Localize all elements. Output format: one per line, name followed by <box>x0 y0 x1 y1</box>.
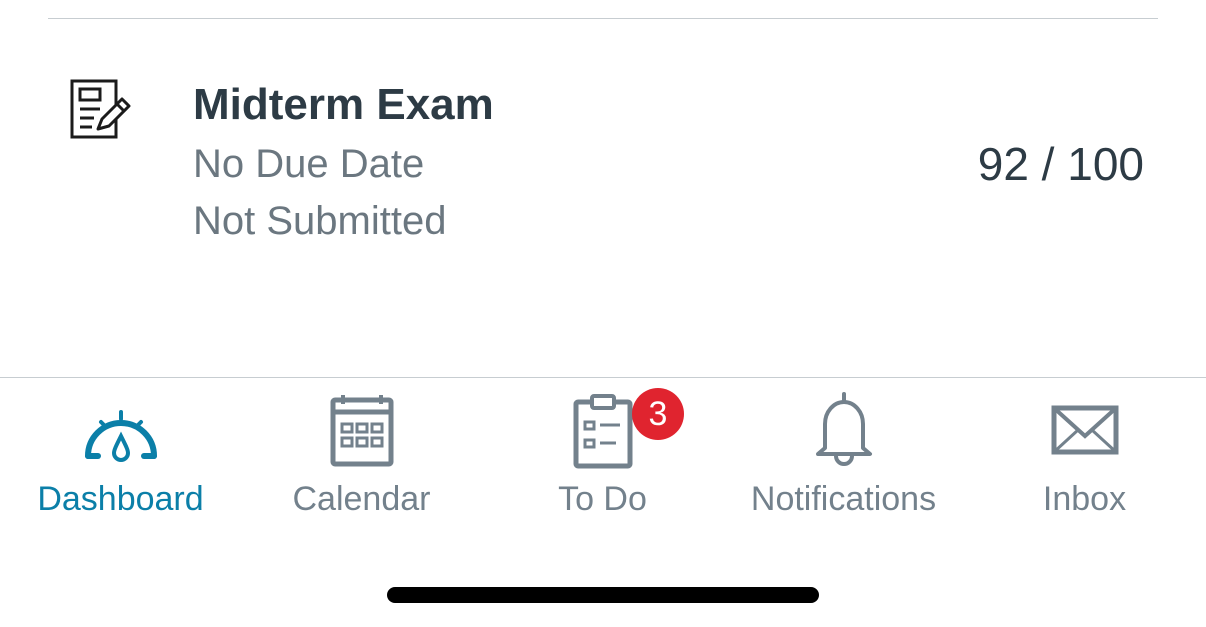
assignment-due-date: No Due Date <box>193 142 425 186</box>
tab-notifications-label: Notifications <box>750 480 937 518</box>
tab-inbox-label: Inbox <box>1042 480 1127 518</box>
todo-count-badge: 3 <box>632 388 684 440</box>
assignment-score: 92 / 100 <box>977 138 1144 190</box>
tab-todo[interactable]: To Do <box>482 378 723 528</box>
quiz-icon <box>70 79 131 139</box>
tab-todo-label: To Do <box>558 480 647 518</box>
bell-icon <box>815 392 872 466</box>
assignment-row[interactable]: Midterm Exam No Due Date Not Submitted 9… <box>0 19 1206 377</box>
tab-calendar[interactable]: Calendar <box>241 378 482 528</box>
assignment-title: Midterm Exam <box>193 80 494 129</box>
tab-bar: Dashboard Calendar To Do 3 Notifications… <box>0 378 1206 548</box>
calendar-icon <box>330 395 393 467</box>
assignment-status: Not Submitted <box>193 199 447 243</box>
tab-dashboard-label: Dashboard <box>37 480 204 518</box>
tab-dashboard[interactable]: Dashboard <box>0 378 241 528</box>
mail-icon <box>1051 405 1118 455</box>
home-indicator[interactable] <box>387 587 819 603</box>
tab-inbox[interactable]: Inbox <box>964 378 1205 528</box>
tab-calendar-label: Calendar <box>292 480 431 518</box>
tab-notifications[interactable]: Notifications <box>723 378 964 528</box>
dashboard-icon <box>84 410 157 462</box>
